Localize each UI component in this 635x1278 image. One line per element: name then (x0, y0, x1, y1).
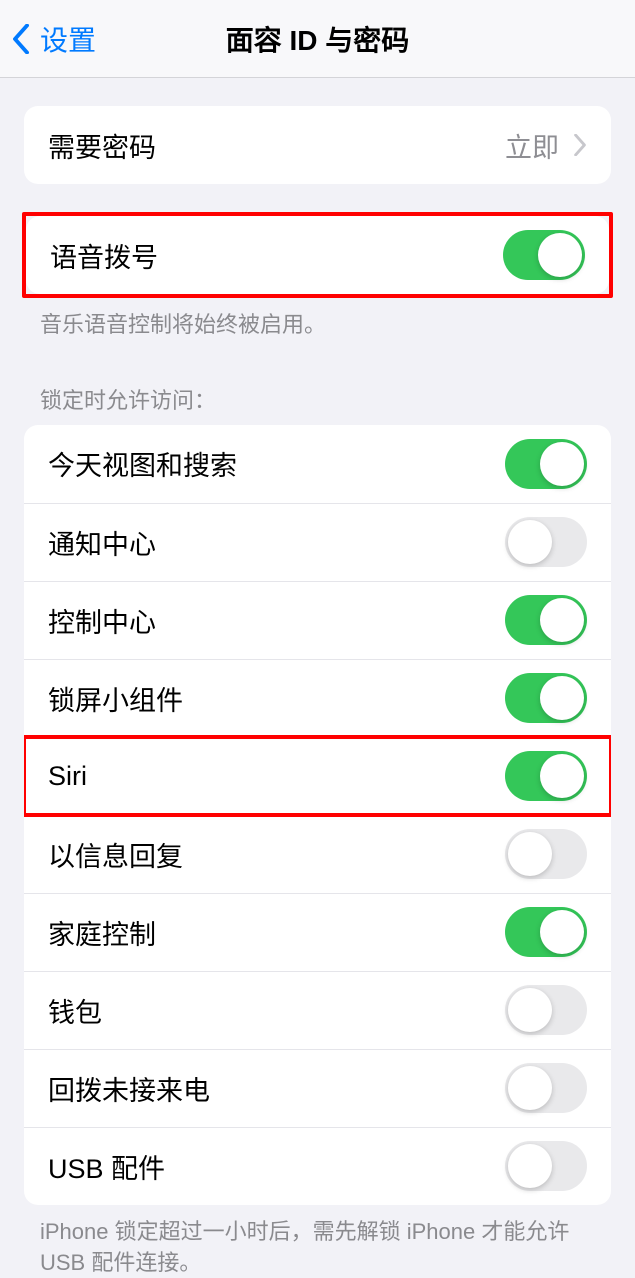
voice-dial-toggle[interactable] (503, 230, 585, 280)
toggle-knob (540, 910, 584, 954)
toggle-knob (508, 1144, 552, 1188)
lock-access-row: Siri (24, 737, 611, 815)
lock-access-label: Siri (48, 761, 87, 792)
lock-access-label: 以信息回复 (48, 835, 183, 874)
lock-access-label: 锁屏小组件 (48, 679, 183, 718)
lock-access-toggle[interactable] (505, 673, 587, 723)
chevron-left-icon (12, 24, 30, 54)
lock-access-row: 回拨未接来电 (24, 1049, 611, 1127)
lock-access-row: 以信息回复 (24, 815, 611, 893)
lock-access-label: 回拨未接来电 (48, 1069, 210, 1108)
toggle-knob (540, 754, 584, 798)
toggle-knob (508, 988, 552, 1032)
lock-access-label: USB 配件 (48, 1147, 165, 1186)
lock-access-label: 今天视图和搜索 (48, 444, 237, 483)
back-label: 设置 (40, 19, 96, 59)
lock-access-header: 锁定时允许访问： (0, 341, 635, 425)
require-passcode-value: 立即 (505, 126, 559, 165)
lock-access-toggle[interactable] (505, 595, 587, 645)
lock-access-toggle[interactable] (505, 1141, 587, 1191)
voice-dial-label: 语音拨号 (50, 236, 158, 275)
lock-access-toggle[interactable] (505, 829, 587, 879)
lock-access-row: 钱包 (24, 971, 611, 1049)
require-passcode-group: 需要密码 立即 (24, 106, 611, 184)
lock-access-row: 锁屏小组件 (24, 659, 611, 737)
lock-access-label: 通知中心 (48, 523, 156, 562)
lock-access-label: 控制中心 (48, 601, 156, 640)
lock-access-toggle[interactable] (505, 985, 587, 1035)
highlight-voice-dial: 语音拨号 (22, 212, 613, 298)
toggle-knob (508, 832, 552, 876)
lock-access-toggle[interactable] (505, 439, 587, 489)
lock-access-footer: iPhone 锁定超过一小时后，需先解锁 iPhone 才能允许 USB 配件连… (0, 1205, 635, 1278)
navigation-header: 设置 面容 ID 与密码 (0, 0, 635, 78)
lock-access-label: 家庭控制 (48, 913, 156, 952)
toggle-knob (508, 1066, 552, 1110)
lock-access-row: 控制中心 (24, 581, 611, 659)
page-title: 面容 ID 与密码 (226, 19, 410, 59)
lock-access-row: 今天视图和搜索 (24, 425, 611, 503)
voice-dial-row: 语音拨号 (26, 216, 609, 294)
lock-access-toggle[interactable] (505, 907, 587, 957)
toggle-knob (540, 676, 584, 720)
lock-access-toggle[interactable] (505, 751, 587, 801)
lock-access-row: USB 配件 (24, 1127, 611, 1205)
toggle-knob (508, 520, 552, 564)
chevron-right-icon (573, 134, 587, 156)
voice-dial-group: 语音拨号 (26, 216, 609, 294)
toggle-knob (540, 442, 584, 486)
toggle-knob (540, 598, 584, 642)
lock-access-toggle[interactable] (505, 517, 587, 567)
voice-dial-footer: 音乐语音控制将始终被启用。 (0, 298, 635, 341)
lock-access-label: 钱包 (48, 991, 102, 1030)
lock-access-toggle[interactable] (505, 1063, 587, 1113)
toggle-knob (538, 233, 582, 277)
require-passcode-label: 需要密码 (48, 126, 156, 165)
lock-access-row: 家庭控制 (24, 893, 611, 971)
back-button[interactable]: 设置 (0, 19, 96, 59)
lock-access-group: 今天视图和搜索通知中心控制中心锁屏小组件 Siri 以信息回复家庭控制钱包回拨未接来… (24, 425, 611, 1205)
lock-access-row: 通知中心 (24, 503, 611, 581)
require-passcode-row[interactable]: 需要密码 立即 (24, 106, 611, 184)
